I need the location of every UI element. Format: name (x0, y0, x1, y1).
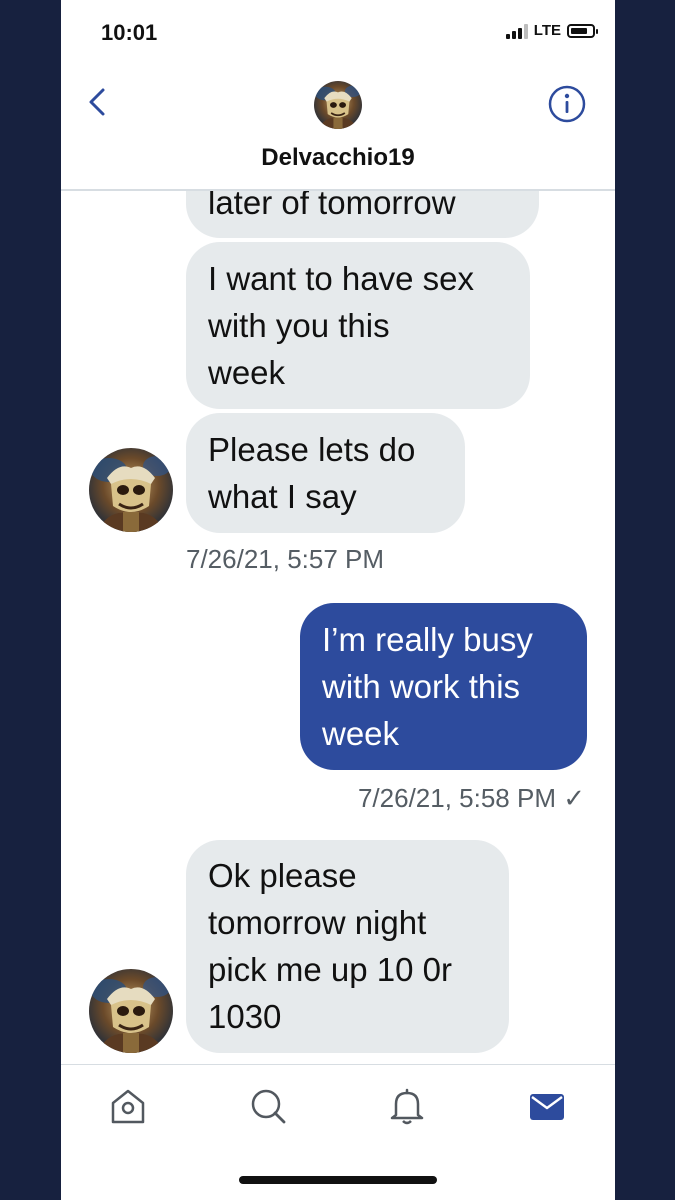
back-button[interactable] (79, 82, 115, 122)
message-timestamp: 7/26/21, 5:58 PM ✓ (357, 783, 585, 813)
conversation-avatar[interactable] (314, 81, 362, 129)
phone-screen: 10:01 LTE Delvacchio19 later of tomorrow… (61, 0, 615, 1200)
message-bubble-incoming[interactable]: Ok please tomorrow night pick me up 10 0… (186, 840, 509, 1053)
network-type: LTE (533, 22, 561, 39)
chevron-left-icon (89, 88, 105, 116)
status-indicators: LTE (505, 22, 598, 39)
message-bubble-outgoing[interactable]: I’m really busy with work this week (300, 603, 587, 770)
tab-home[interactable] (108, 1086, 148, 1126)
signal-strength-icon (505, 23, 528, 39)
tab-notifications[interactable] (387, 1086, 427, 1126)
tab-search[interactable] (248, 1086, 288, 1126)
battery-icon (567, 23, 598, 38)
message-thread[interactable]: later of tomorrow I want to have sex wit… (61, 191, 615, 1064)
info-circle-icon (548, 85, 586, 123)
message-timestamp: 7/26/21, 5:57 PM (186, 544, 385, 574)
info-button[interactable] (547, 84, 587, 124)
status-time: 10:01 (101, 20, 158, 45)
messages-envelope-icon (530, 1094, 564, 1120)
conversation-username: Delvacchio19 (261, 144, 415, 171)
notifications-bell-icon (390, 1088, 424, 1125)
sender-avatar[interactable] (89, 448, 173, 532)
message-bubble-incoming[interactable]: later of tomorrow (186, 191, 539, 238)
home-icon (111, 1089, 145, 1124)
search-icon (251, 1089, 286, 1124)
tab-bar-divider (61, 1064, 615, 1065)
sender-avatar[interactable] (89, 969, 173, 1053)
tab-messages[interactable] (527, 1086, 567, 1126)
message-bubble-incoming[interactable]: I want to have sex with you this week (186, 242, 530, 409)
message-bubble-incoming[interactable]: Please lets do what I say (186, 413, 465, 533)
home-indicator[interactable] (239, 1176, 437, 1184)
